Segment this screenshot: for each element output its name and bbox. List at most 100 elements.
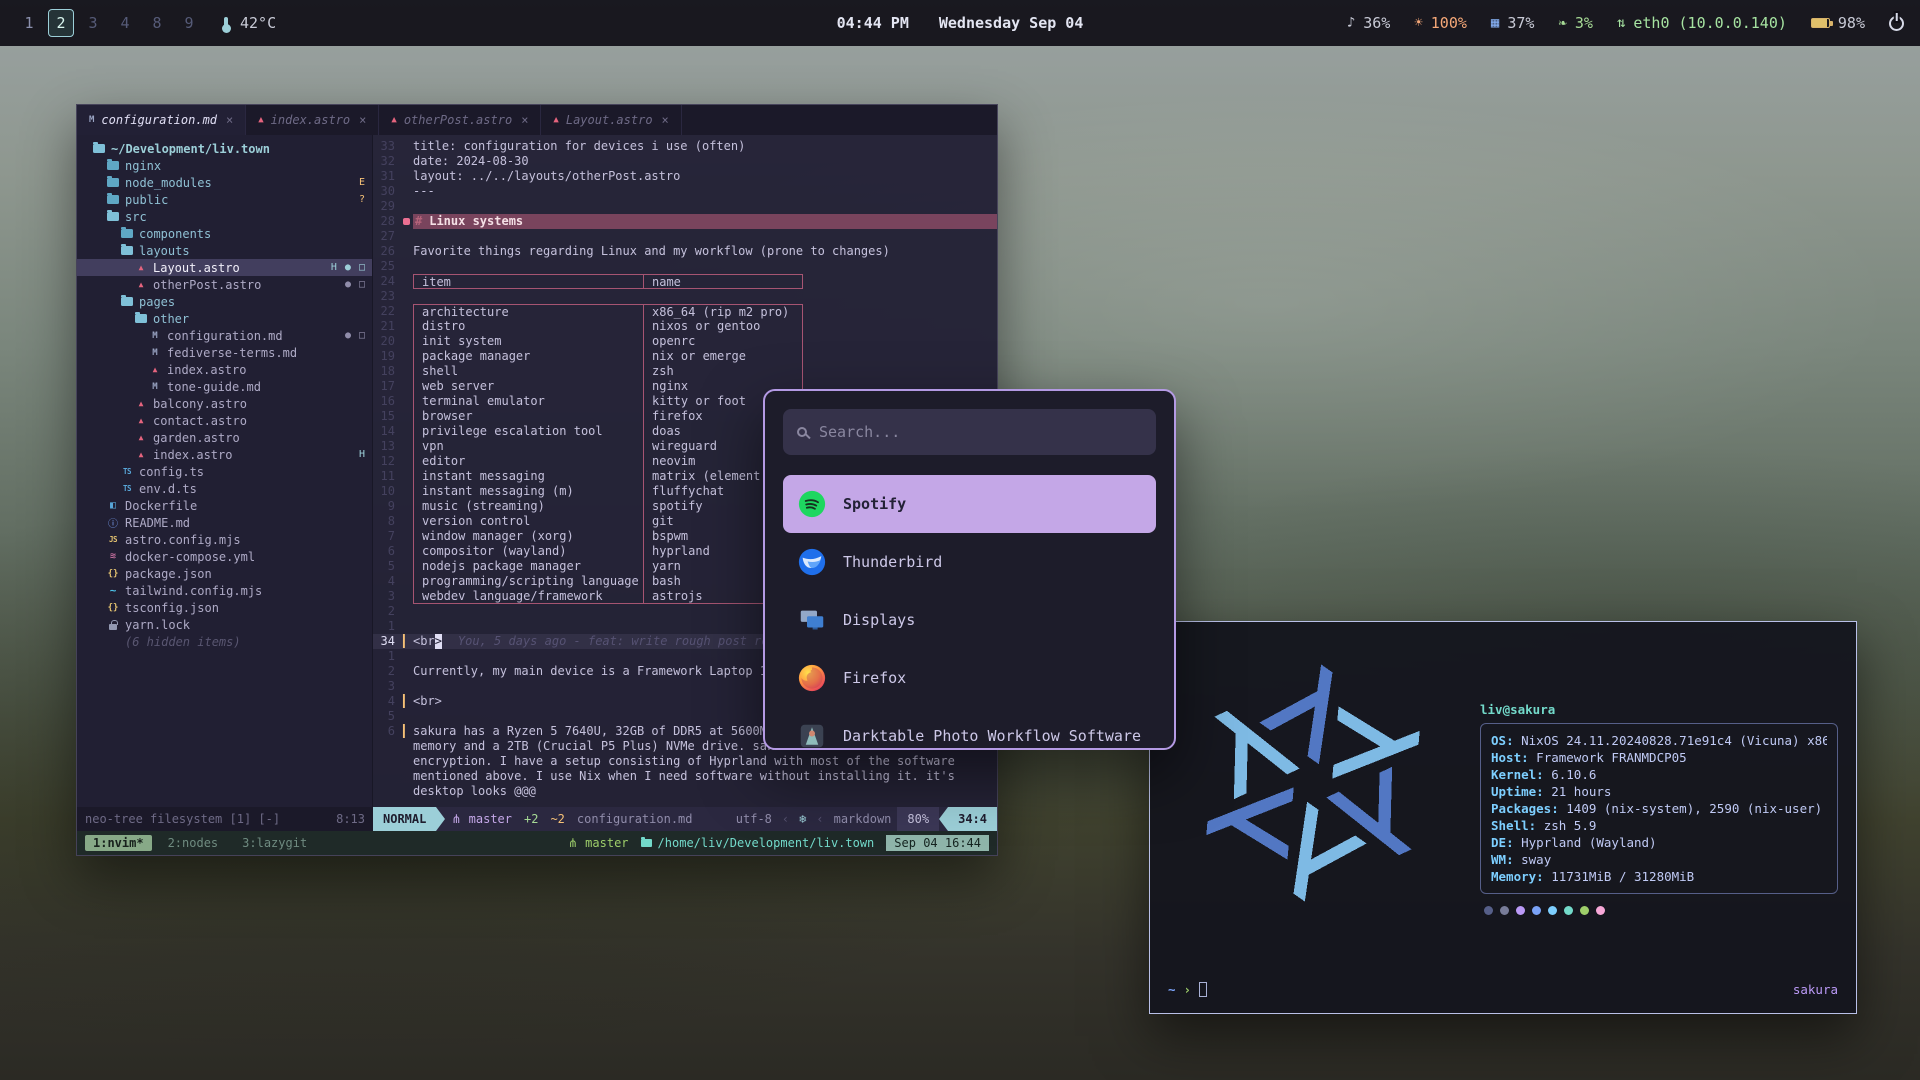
tree-item-label: tsconfig.json <box>125 601 219 615</box>
tree-item[interactable]: README.md <box>77 514 372 531</box>
heading-bar: Linux systems <box>413 214 997 229</box>
tree-item[interactable]: (6 hidden items) <box>77 633 372 650</box>
tree-item[interactable]: Dockerfile <box>77 497 372 514</box>
git-sign <box>403 649 413 664</box>
search-box[interactable] <box>783 409 1156 455</box>
table-cell-name: nixos or gentoo <box>643 319 803 334</box>
tree-item[interactable]: ~/Development/liv.town <box>77 140 372 157</box>
launcher-item-spotify[interactable]: Spotify <box>783 475 1156 533</box>
file-icon <box>121 297 133 306</box>
buffer-line: 33 title: configuration for devices i us… <box>373 139 997 154</box>
fastfetch-info-line: Uptime21 hours <box>1491 783 1827 800</box>
workspace-button[interactable]: 9 <box>176 9 202 37</box>
workspace-button[interactable]: 8 <box>144 9 170 37</box>
shell-prompt[interactable]: ~ › sakura <box>1168 982 1838 997</box>
line-number: 13 <box>373 439 403 454</box>
bar-module-value: 36% <box>1363 14 1390 32</box>
table-cell-item: browser <box>413 409 643 424</box>
tree-item[interactable]: public ? <box>77 191 372 208</box>
tab-configuration-md[interactable]: configuration.md × <box>77 105 246 135</box>
close-icon[interactable]: × <box>521 113 528 127</box>
palette-dot <box>1548 906 1557 915</box>
tree-item[interactable]: fediverse-terms.md <box>77 344 372 361</box>
workspace-button[interactable]: 4 <box>112 9 138 37</box>
sign-column <box>403 349 413 364</box>
launcher-item-label: Darktable Photo Workflow Software <box>843 727 1141 745</box>
temperature-value: 42°C <box>240 14 276 32</box>
tree-item[interactable]: balcony.astro <box>77 395 372 412</box>
launcher-item-label: Thunderbird <box>843 553 942 571</box>
launcher-item-darktable[interactable]: Darktable Photo Workflow Software <box>783 707 1156 750</box>
bar-module-value: 3% <box>1575 14 1593 32</box>
heading-sign-icon <box>403 214 413 229</box>
file-icon <box>106 601 120 615</box>
tmux-path: /home/liv/Development/liv.town <box>641 836 875 850</box>
tmux-path-text: /home/liv/Development/liv.town <box>658 836 875 850</box>
filetype: markdown <box>834 812 892 826</box>
tree-item[interactable]: index.astro <box>77 361 372 378</box>
bar-module[interactable]: 36% <box>1347 14 1391 32</box>
tree-item[interactable]: tone-guide.md <box>77 378 372 395</box>
tree-item[interactable]: node_modules E <box>77 174 372 191</box>
bar-module[interactable]: 98% <box>1811 14 1865 32</box>
line-number: 6 <box>373 724 403 799</box>
search-input[interactable] <box>819 423 1142 441</box>
tree-item[interactable]: configuration.md ● □ <box>77 327 372 344</box>
tree-item[interactable]: contact.astro <box>77 412 372 429</box>
tree-item[interactable]: astro.config.mjs <box>77 531 372 548</box>
tree-item[interactable]: Layout.astro H ● □ <box>77 259 372 276</box>
tree-item[interactable]: yarn.lock <box>77 616 372 633</box>
workspace-button[interactable]: 3 <box>80 9 106 37</box>
tab-index-astro[interactable]: index.astro × <box>246 105 379 135</box>
tree-item[interactable]: garden.astro <box>77 429 372 446</box>
tree-item[interactable]: src <box>77 208 372 225</box>
close-icon[interactable]: × <box>226 113 233 127</box>
tree-item[interactable]: tailwind.config.mjs <box>77 582 372 599</box>
workspace-button[interactable]: 1 <box>16 9 42 37</box>
bar-module[interactable]: 3% <box>1558 14 1593 32</box>
close-icon[interactable]: × <box>359 113 366 127</box>
launcher-item-firefox[interactable]: Firefox <box>783 649 1156 707</box>
table-cell-item: distro <box>413 319 643 334</box>
tree-item[interactable]: package.json <box>77 565 372 582</box>
file-icon <box>135 314 147 323</box>
tree-item[interactable]: layouts <box>77 242 372 259</box>
line-number: 2 <box>373 604 403 619</box>
table-cell-item: webdev language/framework <box>413 589 643 604</box>
tree-item[interactable]: env.d.ts <box>77 480 372 497</box>
tmux-window[interactable]: 1:nvim* <box>85 835 152 851</box>
workspace-button[interactable]: 2 <box>48 9 74 37</box>
launcher-item-displays[interactable]: Displays <box>783 591 1156 649</box>
tree-item-label: yarn.lock <box>125 618 190 632</box>
bar-module[interactable]: 37% <box>1491 14 1535 32</box>
bar-module[interactable]: eth0 (10.0.0.140) <box>1617 14 1787 32</box>
tree-item[interactable]: config.ts <box>77 463 372 480</box>
line-number: 5 <box>373 709 403 724</box>
tab-layout-astro[interactable]: Layout.astro × <box>541 105 681 135</box>
tabline: configuration.md × index.astro × otherPo… <box>77 105 997 135</box>
tree-item[interactable]: other <box>77 310 372 327</box>
sign-column <box>403 199 413 214</box>
line-number: 14 <box>373 424 403 439</box>
tree-item[interactable]: nginx <box>77 157 372 174</box>
close-icon[interactable]: × <box>662 113 669 127</box>
bar-module-value: eth0 (10.0.0.140) <box>1633 14 1787 32</box>
tmux-window[interactable]: 3:lazygit <box>234 835 315 851</box>
tree-item[interactable]: components <box>77 225 372 242</box>
launcher-item-thunderbird[interactable]: Thunderbird <box>783 533 1156 591</box>
info-label: Shell <box>1491 818 1544 833</box>
line-number: 34 <box>373 634 403 649</box>
tree-item[interactable]: docker-compose.yml <box>77 548 372 565</box>
tmux-window[interactable]: 2:nodes <box>160 835 227 851</box>
tree-item[interactable]: index.astro H <box>77 446 372 463</box>
tab-otherpost-astro[interactable]: otherPost.astro × <box>379 105 541 135</box>
tree-item[interactable]: tsconfig.json <box>77 599 372 616</box>
scroll-progress: 80% <box>897 807 939 831</box>
sign-column <box>403 529 413 544</box>
power-button[interactable] <box>1889 16 1904 31</box>
bar-module[interactable]: 100% <box>1414 14 1467 32</box>
line-number: 1 <box>373 619 403 634</box>
file-icon <box>109 624 117 630</box>
tree-item[interactable]: pages <box>77 293 372 310</box>
tree-item[interactable]: otherPost.astro ● □ <box>77 276 372 293</box>
